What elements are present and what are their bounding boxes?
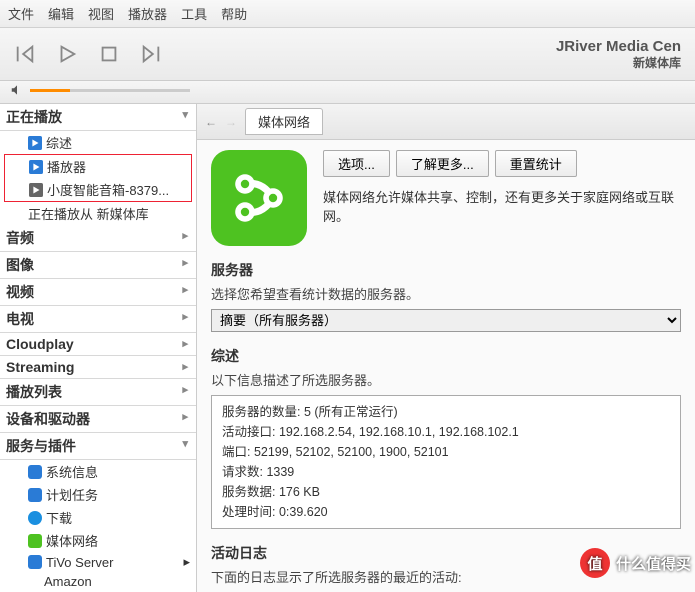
sub-tivo[interactable]: TiVo Server▸ (0, 552, 196, 572)
toolbar: JRiver Media Cen 新媒体库 (0, 28, 695, 81)
server-title: 服务器 (211, 260, 681, 280)
sub-download[interactable]: 下载 (0, 506, 196, 529)
summary-line: 服务器的数量: 5 (所有正常运行) (222, 402, 670, 422)
cat-devices[interactable]: 设备和驱动器▸ (0, 406, 196, 433)
reset-stats-button[interactable]: 重置统计 (495, 150, 577, 177)
summary-line: 端口: 52199, 52102, 52100, 1900, 52101 (222, 442, 670, 462)
summary-line: 活动接口: 192.168.2.54, 192.168.10.1, 192.16… (222, 422, 670, 442)
volume-slider[interactable] (30, 89, 190, 92)
learnmore-button[interactable]: 了解更多... (396, 150, 489, 177)
breadcrumb: ← → 媒体网络 (197, 104, 695, 140)
cat-video[interactable]: 视频▸ (0, 279, 196, 306)
summary-line: 请求数: 1339 (222, 462, 670, 482)
options-button[interactable]: 选项... (323, 150, 390, 177)
prev-icon[interactable] (14, 43, 36, 65)
cat-cloudplay[interactable]: Cloudplay▸ (0, 333, 196, 356)
play-icon[interactable] (56, 43, 78, 65)
next-icon[interactable] (140, 43, 162, 65)
cat-audio[interactable]: 音频▸ (0, 225, 196, 252)
fwd-icon[interactable]: → (225, 115, 237, 129)
play-small-icon (29, 183, 43, 197)
server-sub: 选择您希望查看统计数据的服务器。 (211, 284, 681, 303)
menu-file[interactable]: 文件 (8, 4, 34, 23)
play-small-icon (28, 136, 42, 150)
summary-box: 服务器的数量: 5 (所有正常运行) 活动接口: 192.168.2.54, 1… (211, 395, 681, 529)
network-icon (28, 534, 42, 548)
gear-icon (28, 465, 42, 479)
cat-playlist[interactable]: 播放列表▸ (0, 379, 196, 406)
volume-row (0, 81, 695, 104)
summary-line: 服务数据: 176 KB (222, 482, 670, 502)
menubar: 文件 编辑 视图 播放器 工具 帮助 (0, 0, 695, 28)
cat-tv[interactable]: 电视▸ (0, 306, 196, 333)
menu-edit[interactable]: 编辑 (48, 4, 74, 23)
sub-sysinfo[interactable]: 系统信息 (0, 460, 196, 483)
watermark-icon: 值 (580, 548, 610, 578)
cloud-icon (28, 511, 42, 525)
calendar-icon (28, 488, 42, 502)
highlight-annotation: 播放器 小度智能音箱-8379... (4, 154, 192, 202)
menu-tools[interactable]: 工具 (181, 4, 207, 23)
play-small-icon (29, 160, 43, 174)
brand-title: JRiver Media Cen (556, 38, 681, 56)
cat-services[interactable]: 服务与插件▾ (0, 433, 196, 460)
sub-schedule[interactable]: 计划任务 (0, 483, 196, 506)
transport-controls (14, 43, 162, 65)
menu-view[interactable]: 视图 (88, 4, 114, 23)
summary-sub: 以下信息描述了所选服务器。 (211, 370, 681, 389)
sub-medianet[interactable]: 媒体网络 (0, 529, 196, 552)
watermark-text: 什么值得买 (616, 553, 691, 574)
cat-streaming[interactable]: Streaming▸ (0, 356, 196, 379)
stop-icon[interactable] (98, 43, 120, 65)
watermark: 值 什么值得买 (580, 548, 691, 578)
brand: JRiver Media Cen 新媒体库 (556, 38, 681, 70)
back-icon[interactable]: ← (205, 115, 217, 129)
sidebar: 正在播放▾ 综述 播放器 小度智能音箱-8379... 正在播放从 新媒体库 音… (0, 104, 197, 592)
summary-title: 综述 (211, 346, 681, 366)
chevron-down-icon: ▾ (182, 108, 188, 121)
cat-image[interactable]: 图像▸ (0, 252, 196, 279)
menu-help[interactable]: 帮助 (221, 4, 247, 23)
sub-speaker[interactable]: 小度智能音箱-8379... (5, 178, 191, 201)
cat-nowplaying[interactable]: 正在播放▾ (0, 104, 196, 131)
server-select[interactable]: 摘要（所有服务器） (211, 309, 681, 332)
menu-player[interactable]: 播放器 (128, 4, 167, 23)
sub-playing-from[interactable]: 正在播放从 新媒体库 (0, 202, 196, 225)
summary-line: 处理时间: 0:39.620 (222, 502, 670, 522)
medianet-logo (211, 150, 307, 246)
sub-overview[interactable]: 综述 (0, 131, 196, 154)
tivo-icon (28, 555, 42, 569)
header-desc: 媒体网络允许媒体共享、控制，还有更多关于家庭网络或互联网。 (323, 187, 681, 225)
brand-sub: 新媒体库 (556, 56, 681, 70)
sub-player[interactable]: 播放器 (5, 155, 191, 178)
content: ← → 媒体网络 选项... 了解更多... 重置统计 媒体网络允许媒体共享、控… (197, 104, 695, 592)
volume-icon[interactable] (10, 83, 24, 97)
tab-medianet[interactable]: 媒体网络 (245, 108, 323, 135)
